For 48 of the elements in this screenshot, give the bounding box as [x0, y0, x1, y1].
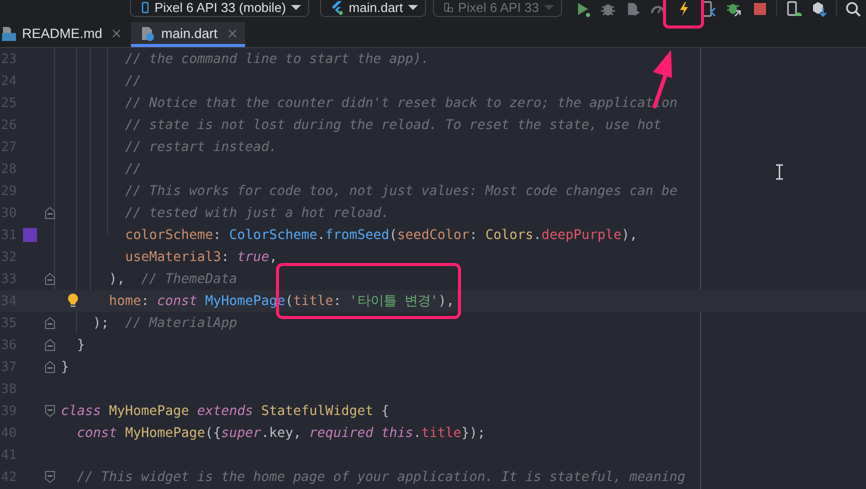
run-config-dropdown[interactable]: main.dart: [320, 0, 426, 17]
code-line: // restart instead.: [125, 140, 278, 154]
search-icon: [845, 1, 862, 17]
code-line: ), // ThemeData: [109, 272, 238, 286]
fold-icon[interactable]: [45, 361, 55, 373]
highlight-box: [663, 0, 704, 28]
file-tab[interactable]: README.md: [0, 22, 130, 47]
close-icon: [112, 28, 122, 38]
bug-arrow-icon: [726, 1, 742, 17]
device-dropdown[interactable]: Pixel 6 API 33 (mobile): [130, 0, 309, 17]
code-line: const MyHomePage({super.key, required this.title});: [77, 426, 486, 440]
code-line: }: [77, 338, 86, 352]
code-line: useMaterial3: true,: [125, 250, 278, 264]
fold-icon[interactable]: [45, 207, 55, 219]
text-cursor-icon: [775, 164, 784, 180]
stop-icon: [752, 1, 768, 17]
dropdown-caret-icon: [544, 5, 554, 10]
device-icon: [444, 0, 454, 15]
flutter-icon: [331, 0, 344, 15]
dropdown-caret-icon: [408, 5, 418, 10]
phone-android-icon: [786, 1, 802, 17]
code-line: //: [125, 162, 142, 176]
fold-icon[interactable]: [45, 471, 55, 483]
code-line: colorScheme: ColorScheme.fromSeed(seedColor: Colors.deepPurple),: [125, 228, 638, 242]
fold-icon[interactable]: [45, 317, 55, 329]
fold-icon[interactable]: [45, 339, 55, 351]
close-icon: [228, 28, 237, 38]
code-line: ); // MaterialApp: [93, 316, 238, 330]
fold-icon[interactable]: [45, 405, 55, 417]
dropdown-caret-icon: [291, 5, 301, 10]
cube-download-icon: [811, 1, 828, 17]
lightbulb-icon[interactable]: [67, 293, 79, 308]
code-line: // This widget is the home page of your application. It is stateful, meaning: [77, 470, 686, 484]
code-line: // state is not lost during the reload. To reset the state, use hot: [125, 118, 662, 132]
code-line: // the command line to start the app).: [125, 52, 430, 66]
code-line: // tested with just a hot reload.: [125, 206, 390, 220]
markdown-file-icon: [2, 26, 16, 40]
file-tab[interactable]: main.dart: [131, 22, 245, 47]
fold-icon[interactable]: [45, 273, 55, 285]
dart-file-icon: [141, 26, 156, 40]
phone-icon: [141, 0, 150, 15]
phone-flutter-icon: [701, 1, 718, 17]
code-line: // This works for code too, not just values: Most code changes can be: [125, 184, 678, 198]
code-line: class MyHomePage extends StatefulWidget {: [61, 404, 390, 418]
code-line: }: [61, 360, 70, 374]
code-line: //: [125, 74, 142, 88]
profile-icon: [625, 1, 642, 17]
color-swatch[interactable]: [23, 228, 37, 242]
